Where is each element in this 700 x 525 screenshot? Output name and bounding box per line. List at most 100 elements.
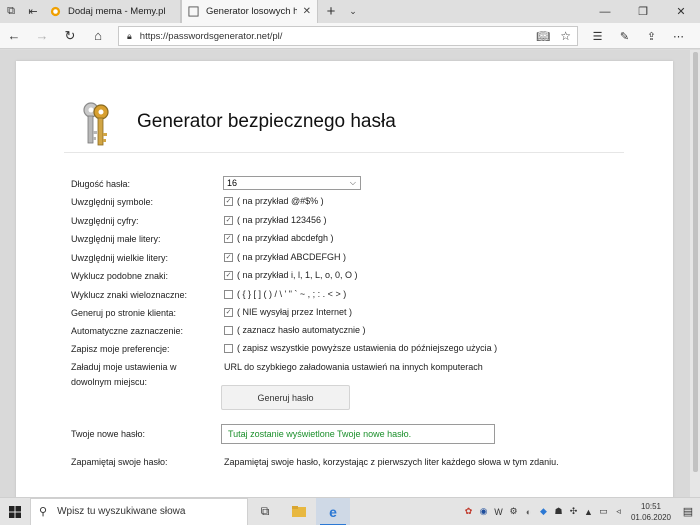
tab-preview-chevron-icon[interactable]: ⌄ bbox=[344, 0, 362, 23]
share-icon[interactable]: ⇪ bbox=[638, 30, 665, 43]
clock[interactable]: 10:51 01.06.2020 bbox=[626, 501, 676, 523]
task-view-icon[interactable]: ⧉ bbox=[248, 498, 282, 525]
edge-browser-icon[interactable]: e bbox=[316, 497, 350, 525]
generate-password-button[interactable]: Generuj hasło bbox=[221, 385, 350, 410]
symbols-checkbox[interactable]: ✓ bbox=[224, 196, 233, 206]
tray-app-icon[interactable]: ◉ bbox=[476, 506, 491, 517]
save-preferences-checkbox[interactable] bbox=[224, 343, 233, 353]
taskbar-search-placeholder: Wpisz tu wyszukiwane słowa bbox=[57, 506, 186, 517]
volume-icon[interactable]: ◃ bbox=[611, 506, 626, 517]
auto-select-checkbox[interactable] bbox=[224, 325, 233, 335]
browser-toolbar: ← → ↻ ⌂ 🔒︎ https://passwordsgenerator.ne… bbox=[0, 23, 700, 49]
home-icon[interactable]: ⌂ bbox=[84, 28, 112, 43]
forward-icon[interactable]: → bbox=[28, 28, 56, 43]
tray-app-icon[interactable]: ✿ bbox=[461, 506, 476, 517]
page-favicon-icon bbox=[188, 6, 199, 17]
length-value: 16 bbox=[227, 178, 238, 188]
option-save-preferences: ( zapisz wszystkie powyższe ustawienia d… bbox=[224, 343, 497, 353]
option-label: Zapisz moje preferencje: bbox=[71, 344, 170, 354]
lock-icon: 🔒︎ bbox=[127, 30, 132, 41]
scrollbar-thumb[interactable] bbox=[693, 52, 698, 472]
minimize-icon[interactable]: — bbox=[586, 0, 624, 23]
length-label: Długość hasła: bbox=[71, 179, 131, 189]
page-viewport: Generator bezpiecznego hasła Długość has… bbox=[0, 50, 700, 497]
option-label: Generuj po stronie klienta: bbox=[71, 308, 177, 318]
tray-app-icon[interactable]: ⚙ bbox=[506, 506, 521, 517]
load-settings-label-2: dowolnym miejscu: bbox=[71, 377, 148, 387]
new-password-label: Twoje nowe hasło: bbox=[71, 429, 146, 439]
option-symbols: ✓ ( na przykład @#$% ) bbox=[224, 196, 324, 206]
pen-icon[interactable]: ✎ bbox=[611, 30, 638, 43]
load-settings-label-1: Załaduj moje ustawienia w bbox=[71, 362, 177, 372]
load-settings-link[interactable]: URL do szybkiego załadowania ustawień na… bbox=[224, 362, 483, 372]
option-text: ( NIE wysyłaj przez Internet ) bbox=[237, 307, 353, 317]
keys-logo-icon bbox=[83, 102, 109, 146]
new-password-field[interactable]: Tutaj zostanie wyświetlone Twoje nowe ha… bbox=[221, 424, 495, 444]
uppercase-checkbox[interactable]: ✓ bbox=[224, 252, 233, 262]
tray-app-icon[interactable]: ▲ bbox=[581, 507, 596, 517]
taskbar-search[interactable]: ⚲ Wpisz tu wyszukiwane słowa bbox=[30, 497, 248, 525]
tray-app-icon[interactable]: ◆ bbox=[536, 506, 551, 517]
remember-label: Zapamiętaj swoje hasło: bbox=[71, 457, 168, 467]
memy-favicon-icon bbox=[50, 6, 61, 17]
clock-date: 01.06.2020 bbox=[630, 512, 672, 522]
reading-view-icon[interactable]: 📖︎ bbox=[536, 30, 550, 43]
client-side-checkbox[interactable]: ✓ bbox=[224, 307, 233, 317]
option-label: Uwzględnij wielkie litery: bbox=[71, 253, 169, 263]
network-icon[interactable]: ▭ bbox=[596, 506, 611, 517]
option-auto-select: ( zaznacz hasło automatycznie ) bbox=[224, 325, 366, 335]
tab-actions-icon[interactable]: ⧉ bbox=[0, 0, 22, 23]
tab-label: Generator losowych has bbox=[206, 6, 297, 17]
system-tray: ✿ ◉ W ⚙ ◐ ◆ ☗ ✣ ▲ ▭ ◃ 10:51 01.06.2020 ▤ bbox=[461, 501, 700, 523]
windows-logo-icon bbox=[9, 505, 21, 518]
option-text: ( na przykład i, l, 1, L, o, 0, O ) bbox=[237, 270, 358, 280]
option-label: Uwzględnij symbole: bbox=[71, 197, 154, 207]
start-button[interactable] bbox=[0, 498, 30, 525]
page-title: Generator bezpiecznego hasła bbox=[137, 111, 396, 132]
vertical-scrollbar[interactable] bbox=[690, 50, 700, 497]
option-text: ( na przykład ABCDEFGH ) bbox=[237, 252, 347, 262]
tray-app-icon[interactable]: ◐ bbox=[521, 507, 536, 517]
close-tab-icon[interactable]: ✕ bbox=[303, 6, 311, 17]
new-password-text: Tutaj zostanie wyświetlone Twoje nowe ha… bbox=[228, 429, 412, 439]
length-select[interactable]: 16 ⌵ bbox=[223, 176, 361, 190]
option-uppercase: ✓ ( na przykład ABCDEFGH ) bbox=[224, 252, 346, 262]
digits-checkbox[interactable]: ✓ bbox=[224, 215, 233, 225]
option-label: Uwzględnij cyfry: bbox=[71, 216, 139, 226]
option-text: ( zapisz wszystkie powyższe ustawienia d… bbox=[237, 343, 498, 353]
restore-icon[interactable]: ❐ bbox=[624, 0, 662, 23]
option-text: ( na przykład abcdefgh ) bbox=[237, 233, 334, 243]
close-window-icon[interactable]: ✕ bbox=[662, 0, 700, 23]
favorite-star-icon[interactable]: ☆ bbox=[560, 29, 571, 43]
tray-app-icon[interactable]: ✣ bbox=[566, 506, 581, 517]
file-explorer-icon[interactable] bbox=[282, 498, 316, 525]
exclude-ambiguous-checkbox[interactable] bbox=[224, 289, 233, 299]
option-text: ( zaznacz hasło automatycznie ) bbox=[237, 325, 366, 335]
option-digits: ✓ ( na przykład 123456 ) bbox=[224, 215, 327, 225]
option-label: Wyklucz podobne znaki: bbox=[71, 271, 168, 281]
option-lowercase: ✓ ( na przykład abcdefgh ) bbox=[224, 233, 334, 243]
windows-taskbar: ⚲ Wpisz tu wyszukiwane słowa ⧉ e ✿ ◉ W ⚙… bbox=[0, 497, 700, 525]
tab-label: Dodaj mema - Memy.pl bbox=[68, 6, 166, 17]
divider bbox=[64, 152, 624, 153]
option-exclude-ambiguous: ( { } [ ] ( ) / \ ' " ` ~ , ; : . < > ) bbox=[224, 289, 346, 299]
tab-memy[interactable]: Dodaj mema - Memy.pl bbox=[44, 0, 181, 23]
favorites-list-icon[interactable]: ☰ bbox=[584, 30, 611, 43]
url-text: https://passwordsgenerator.net/pl/ bbox=[139, 30, 283, 42]
tab-password-generator[interactable]: Generator losowych has ✕ bbox=[181, 0, 318, 23]
option-text: ( na przykład @#$% ) bbox=[237, 196, 324, 206]
new-tab-icon[interactable]: + bbox=[318, 0, 344, 23]
more-icon[interactable]: ⋯ bbox=[665, 30, 692, 43]
notifications-icon[interactable]: ▤ bbox=[676, 505, 700, 518]
tray-app-icon[interactable]: ☗ bbox=[551, 506, 566, 517]
set-tabs-aside-icon[interactable]: ⇤ bbox=[22, 0, 44, 23]
lowercase-checkbox[interactable]: ✓ bbox=[224, 233, 233, 243]
refresh-icon[interactable]: ↻ bbox=[56, 28, 84, 44]
exclude-similar-checkbox[interactable]: ✓ bbox=[224, 270, 233, 280]
address-bar[interactable]: 🔒︎ https://passwordsgenerator.net/pl/ 📖︎… bbox=[118, 26, 578, 46]
search-icon: ⚲ bbox=[39, 506, 48, 518]
back-icon[interactable]: ← bbox=[0, 28, 28, 43]
option-label: Uwzględnij małe litery: bbox=[71, 234, 161, 244]
option-label: Automatyczne zaznaczenie: bbox=[71, 326, 184, 336]
tray-app-icon[interactable]: W bbox=[491, 507, 506, 517]
